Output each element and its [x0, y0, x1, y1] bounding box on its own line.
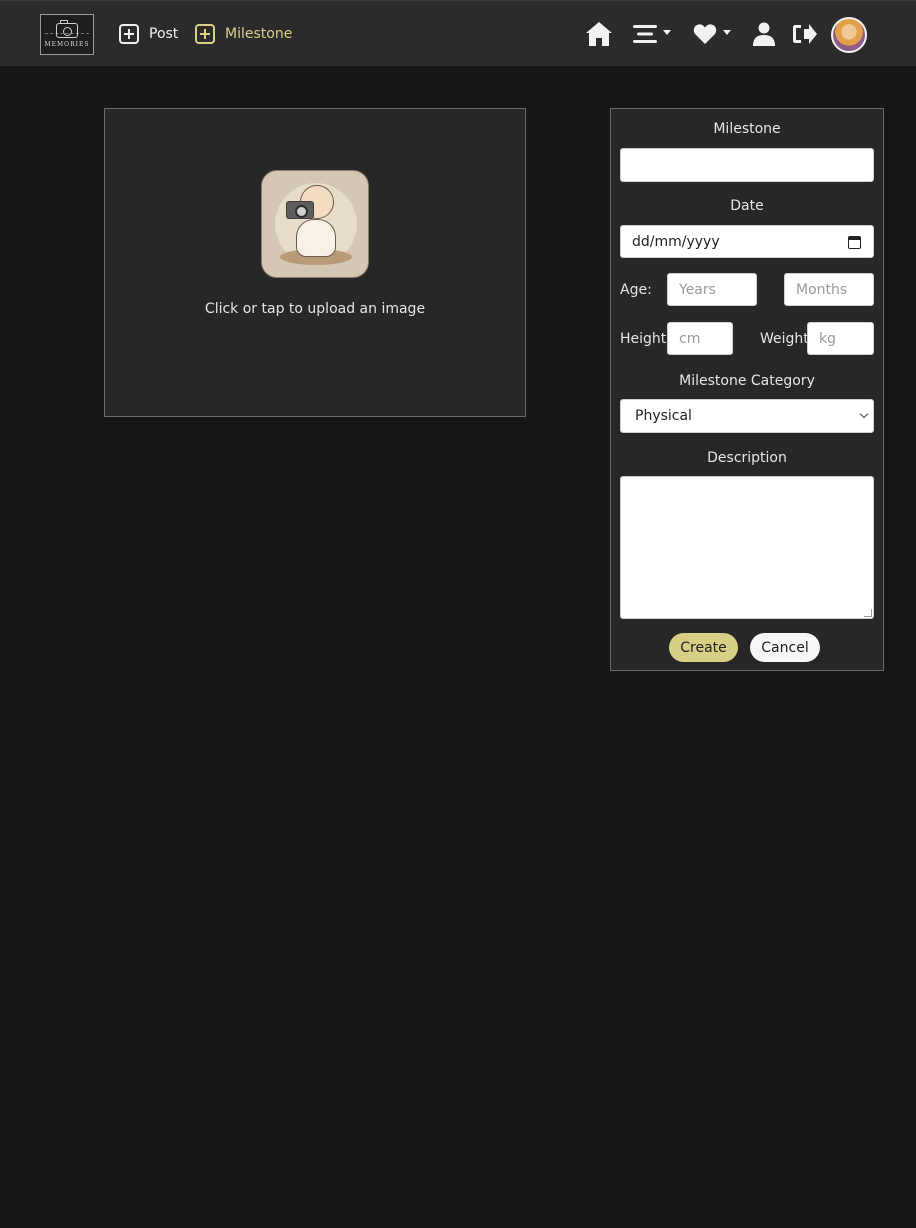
- calendar-icon[interactable]: [848, 236, 861, 249]
- description-label: Description: [707, 450, 787, 466]
- heart-icon: [693, 24, 717, 44]
- profile-button[interactable]: [753, 20, 775, 48]
- description-textarea[interactable]: [620, 476, 874, 619]
- create-button[interactable]: Create: [669, 633, 738, 662]
- resize-grip-icon[interactable]: [864, 609, 872, 617]
- category-label: Milestone Category: [679, 373, 815, 389]
- home-icon: [586, 22, 612, 46]
- logout-icon: [793, 24, 817, 44]
- user-icon: [753, 22, 775, 46]
- age-months-input[interactable]: Months: [784, 273, 874, 306]
- milestone-label: Milestone: [713, 121, 781, 137]
- milestone-input[interactable]: [620, 148, 874, 182]
- baby-camera-illustration: [261, 170, 369, 278]
- nav-milestone-label: Milestone: [225, 26, 293, 42]
- menu-dropdown-button[interactable]: [633, 20, 671, 48]
- milestone-form: Milestone Date dd/mm/yyyy Age: Years Mon…: [610, 108, 884, 671]
- weight-input[interactable]: kg: [807, 322, 874, 355]
- logo-text: MEMORIES: [44, 41, 90, 48]
- nav-post-link[interactable]: Post: [119, 23, 178, 45]
- height-input[interactable]: cm: [667, 322, 733, 355]
- chevron-down-icon: [723, 29, 731, 35]
- home-button[interactable]: [585, 20, 613, 48]
- date-placeholder: dd/mm/yyyy: [632, 233, 720, 250]
- upload-prompt: Click or tap to upload an image: [204, 301, 426, 317]
- weight-label: Weight: [760, 331, 809, 347]
- date-input[interactable]: dd/mm/yyyy: [620, 225, 874, 258]
- menu-bars-icon: [633, 25, 657, 43]
- logout-button[interactable]: [792, 20, 818, 48]
- avatar[interactable]: [831, 17, 867, 53]
- age-label: Age:: [620, 282, 652, 298]
- category-select[interactable]: Physical: [620, 399, 874, 433]
- plus-square-icon: [195, 24, 215, 44]
- top-navbar: MEMORIES Post Milestone: [0, 0, 916, 66]
- illustration-body: [296, 219, 336, 257]
- age-years-input[interactable]: Years: [667, 273, 757, 306]
- logo-camera-icon: [56, 20, 78, 38]
- height-label: Height: [620, 331, 667, 347]
- image-upload-area[interactable]: Click or tap to upload an image: [104, 108, 526, 417]
- date-label: Date: [730, 198, 764, 214]
- category-selected-value: Physical: [635, 408, 692, 424]
- camera-icon: [286, 201, 314, 219]
- cancel-button[interactable]: Cancel: [750, 633, 820, 662]
- favorites-dropdown-button[interactable]: [693, 20, 731, 48]
- plus-square-icon: [119, 24, 139, 44]
- app-logo[interactable]: MEMORIES: [40, 14, 94, 55]
- chevron-down-icon: [663, 29, 671, 35]
- nav-post-label: Post: [149, 26, 179, 42]
- nav-milestone-link[interactable]: Milestone: [195, 23, 292, 45]
- chevron-down-icon: [859, 409, 869, 419]
